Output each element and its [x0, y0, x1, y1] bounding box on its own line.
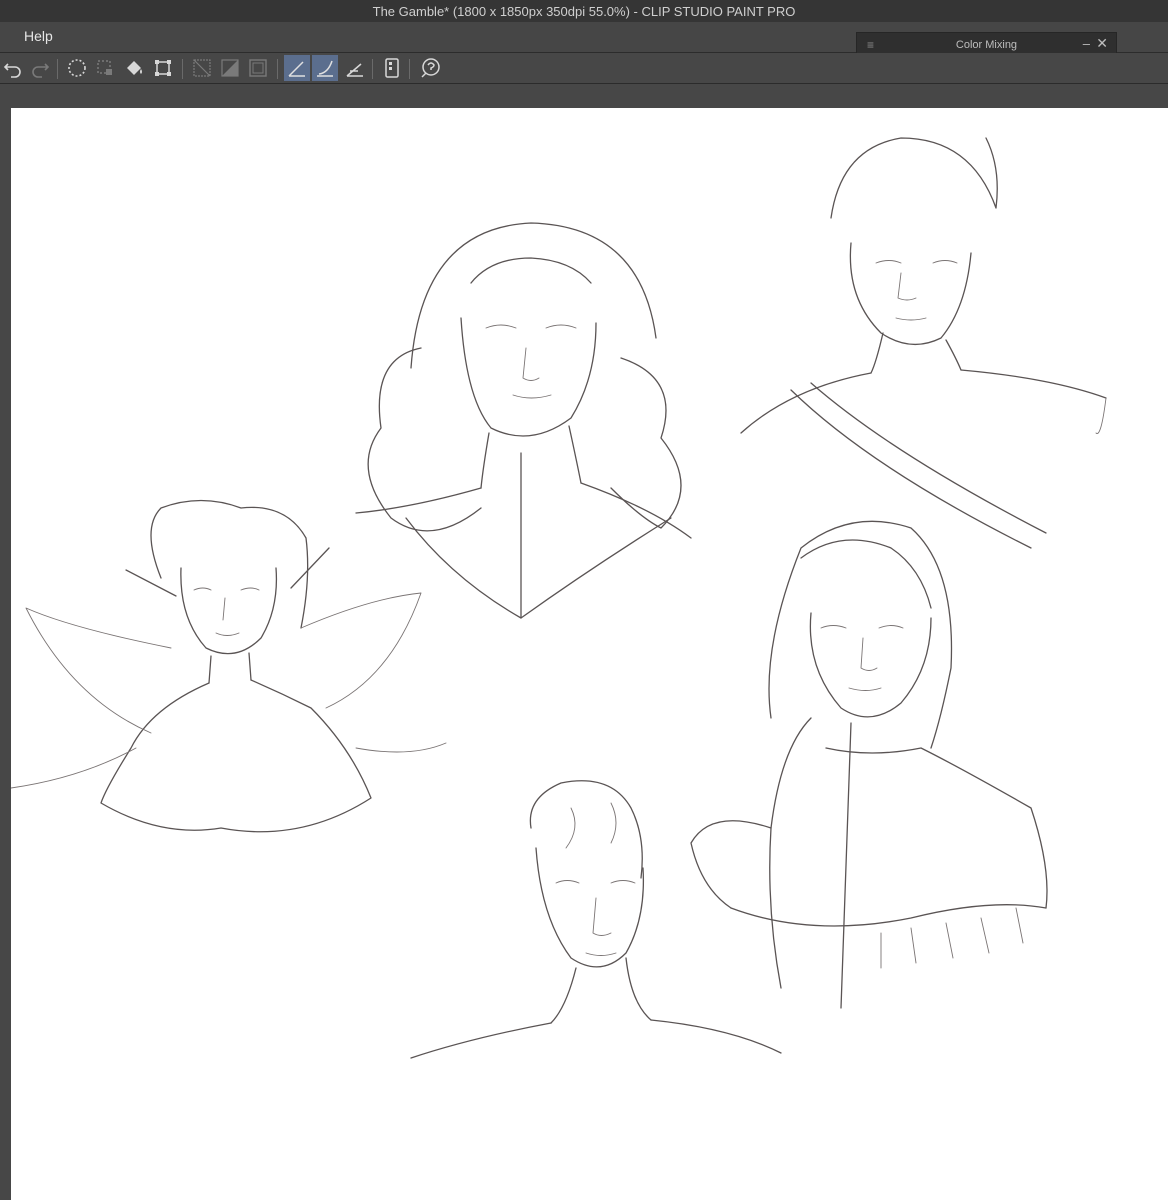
fill-icon[interactable]	[122, 55, 148, 81]
window-title: The Gamble* (1800 x 1850px 350dpi 55.0%)…	[372, 3, 796, 19]
transform-icon[interactable]	[150, 55, 176, 81]
panel-title: Color Mixing	[955, 39, 1018, 51]
tablet-icon[interactable]	[379, 55, 405, 81]
sketch-figure-young-man	[740, 137, 1107, 549]
sketch-figure-curly-woman	[355, 222, 692, 619]
toolbar-separator	[57, 59, 58, 79]
toolbar-separator	[409, 59, 410, 79]
clear-icon[interactable]	[189, 55, 215, 81]
toolbar-separator	[277, 59, 278, 79]
toolbar-separator	[372, 59, 373, 79]
redo-icon[interactable]	[27, 55, 53, 81]
canvas-gutter	[0, 84, 1168, 108]
help-icon[interactable]	[417, 55, 443, 81]
drawing-canvas[interactable]	[11, 108, 1168, 1200]
menu-help[interactable]: Help	[24, 28, 53, 44]
canvas-left-edge	[0, 108, 11, 1200]
window-title-bar: The Gamble* (1800 x 1850px 350dpi 55.0%)…	[0, 0, 1168, 22]
panel-close-button[interactable]: ✕	[1096, 35, 1108, 52]
select-all-icon[interactable]	[64, 55, 90, 81]
frame-icon[interactable]	[245, 55, 271, 81]
perspective-snap-icon[interactable]	[342, 55, 368, 81]
sketch-figure-fairy	[11, 499, 447, 833]
deselect-icon[interactable]	[92, 55, 118, 81]
panel-minimize-button[interactable]: –	[1083, 36, 1090, 51]
clear-outside-icon[interactable]	[217, 55, 243, 81]
toolbar-separator	[182, 59, 183, 79]
ruler-snap-icon[interactable]	[284, 55, 310, 81]
command-toolbar	[0, 53, 1168, 84]
sketch-figure-hooded-woman	[690, 520, 1048, 1009]
curve-snap-icon[interactable]	[312, 55, 338, 81]
sketch-drawing	[11, 137, 1107, 1059]
sketch-figure-bald-man	[410, 780, 782, 1059]
undo-icon[interactable]	[0, 55, 26, 81]
